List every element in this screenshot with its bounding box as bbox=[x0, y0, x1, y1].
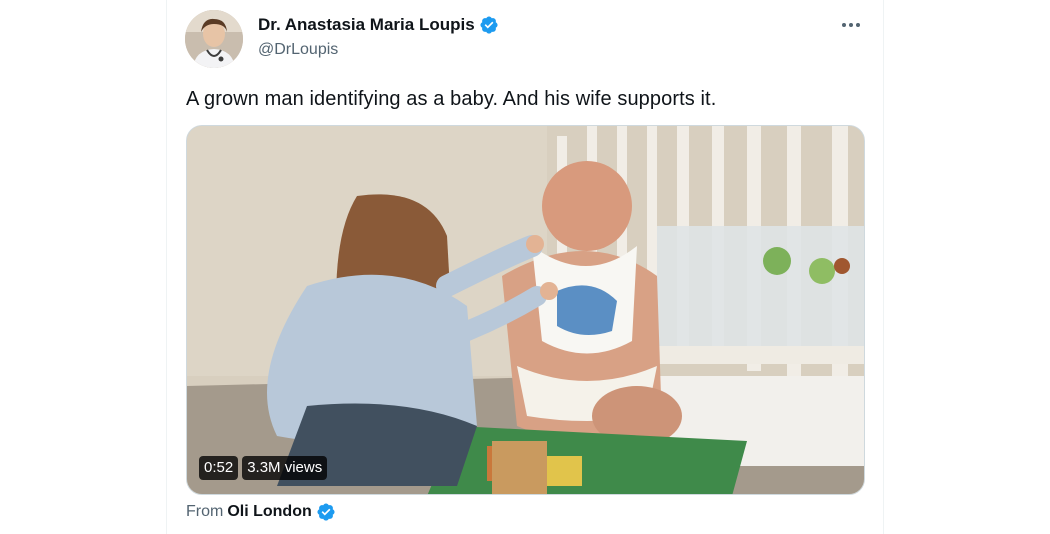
attribution-label: From bbox=[186, 503, 224, 520]
profile-photo-avatar-icon bbox=[185, 10, 243, 68]
author-name-row[interactable]: Dr. Anastasia Maria Loupis bbox=[258, 15, 499, 35]
author-handle[interactable]: @DrLoupis bbox=[258, 41, 338, 59]
video-duration: 0:52 bbox=[199, 456, 239, 480]
video-player[interactable]: 0:52 3.3M views bbox=[186, 125, 865, 495]
avatar[interactable] bbox=[185, 10, 243, 68]
more-options-icon[interactable] bbox=[837, 14, 865, 36]
video-badge: 0:52 3.3M views bbox=[199, 456, 328, 480]
video-thumbnail bbox=[187, 126, 864, 494]
tweet-text: A grown man identifying as a baby. And h… bbox=[186, 88, 717, 110]
attribution-source-name[interactable]: Oli London bbox=[227, 503, 311, 521]
dot bbox=[849, 23, 853, 27]
author-display-name[interactable]: Dr. Anastasia Maria Loupis bbox=[258, 15, 475, 35]
dot bbox=[842, 23, 846, 27]
verified-badge-icon[interactable] bbox=[316, 502, 336, 522]
verified-badge-icon[interactable] bbox=[479, 15, 499, 35]
tweet-card[interactable]: Dr. Anastasia Maria Loupis @DrLoupis A g… bbox=[166, 0, 884, 534]
dot bbox=[856, 23, 860, 27]
video-attribution: From Oli London bbox=[186, 502, 336, 522]
page: Dr. Anastasia Maria Loupis @DrLoupis A g… bbox=[0, 0, 1050, 534]
video-views: 3.3M views bbox=[242, 456, 328, 480]
